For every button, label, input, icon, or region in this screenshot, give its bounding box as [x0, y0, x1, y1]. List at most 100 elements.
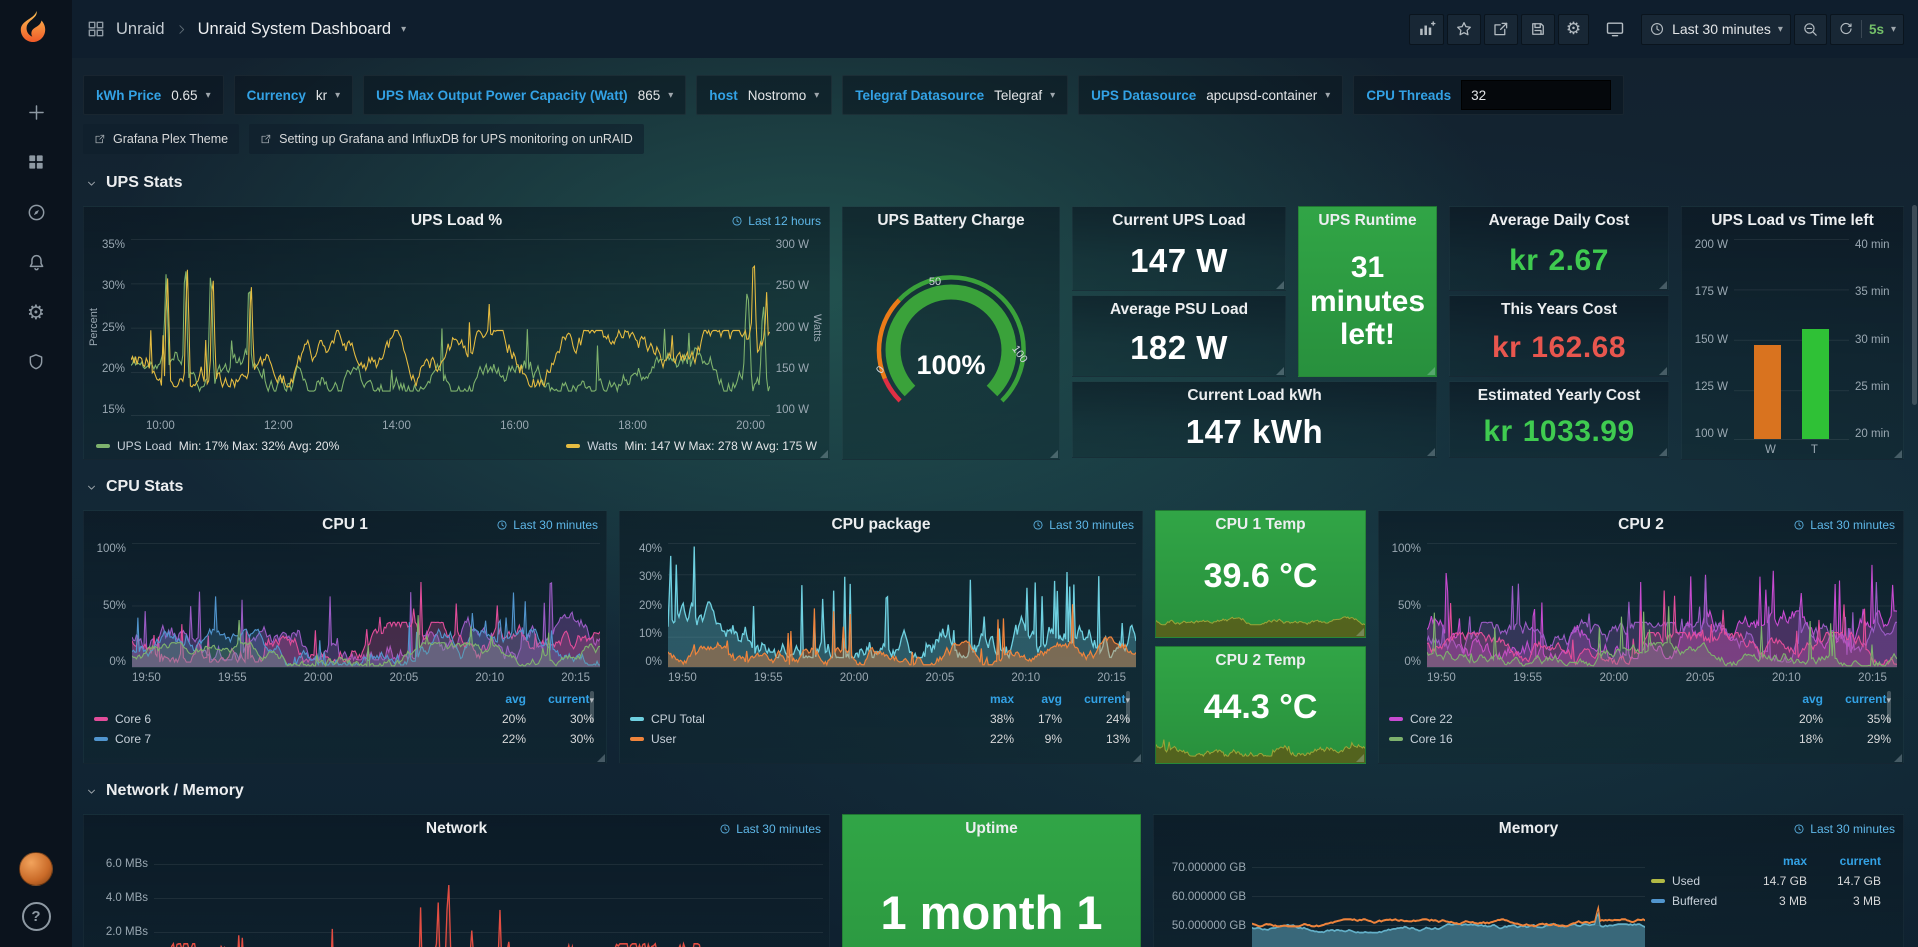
add-panel-button[interactable]: [1409, 14, 1444, 45]
bar-time-left[interactable]: [1802, 329, 1829, 439]
panel-title[interactable]: This Years Cost: [1450, 296, 1668, 324]
bar-watts[interactable]: [1754, 345, 1781, 439]
cpu-threads-input[interactable]: [1461, 80, 1611, 110]
legend-scrollbar[interactable]: [1887, 691, 1891, 723]
ups-load-chart[interactable]: [131, 239, 770, 416]
ups-bar-chart[interactable]: [1734, 239, 1849, 440]
variable-value-dropdown[interactable]: Telegraf▾: [994, 88, 1055, 103]
sidebar-item-explore[interactable]: [13, 189, 59, 235]
panel-resize-handle[interactable]: [1133, 754, 1141, 762]
help-icon[interactable]: ?: [22, 902, 51, 931]
legend-col-avg[interactable]: avg: [1014, 689, 1062, 709]
legend-col-avg[interactable]: avg: [474, 689, 526, 709]
legend-series-core22[interactable]: Core 22: [1389, 709, 1771, 729]
legend-col-current[interactable]: current▾: [1062, 689, 1130, 709]
panel-resize-handle[interactable]: [1427, 367, 1435, 375]
variable-value-dropdown[interactable]: 865▾: [638, 88, 674, 103]
panel-title[interactable]: Average PSU Load: [1073, 296, 1285, 324]
panel-title[interactable]: UPS Load vs Time left: [1682, 207, 1903, 235]
panel-resize-handle[interactable]: [1050, 450, 1058, 458]
panel-title[interactable]: UPS Runtime: [1299, 207, 1436, 235]
dashboard-scrollbar[interactable]: [1912, 205, 1917, 405]
panel-title[interactable]: Uptime: [843, 815, 1140, 843]
panel-title[interactable]: UPS Battery Charge: [843, 207, 1059, 235]
legend-item-watts[interactable]: Watts Min: 147 W Max: 278 W Avg: 175 W: [566, 439, 817, 453]
panel-title[interactable]: Estimated Yearly Cost: [1450, 382, 1668, 410]
sidebar-item-create[interactable]: [13, 89, 59, 135]
refresh-interval-label[interactable]: 5s: [1869, 22, 1884, 37]
panel-resize-handle[interactable]: [1894, 754, 1902, 762]
panel-time-range[interactable]: Last 30 minutes: [496, 518, 598, 532]
legend-col-max[interactable]: max: [1733, 851, 1807, 871]
legend-col-current[interactable]: current▾: [1823, 689, 1891, 709]
legend-item-ups-load[interactable]: UPS Load Min: 17% Max: 32% Avg: 20%: [96, 439, 339, 453]
panel-title[interactable]: CPU 2 Temp: [1156, 647, 1365, 675]
time-picker[interactable]: Last 30 minutes ▾: [1641, 14, 1791, 45]
refresh-picker[interactable]: 5s ▾: [1830, 14, 1904, 45]
breadcrumb-root[interactable]: Unraid: [116, 20, 165, 39]
panel-title[interactable]: Current UPS Load: [1073, 207, 1285, 235]
legend-scrollbar[interactable]: [1126, 691, 1130, 723]
panel-resize-handle[interactable]: [1659, 367, 1667, 375]
network-chart[interactable]: [154, 847, 823, 947]
panel-resize-handle[interactable]: [1276, 281, 1284, 289]
grafana-logo[interactable]: [15, 9, 57, 51]
dashboard-link-ups-monitoring[interactable]: Setting up Grafana and InfluxDB for UPS …: [249, 124, 644, 154]
legend-col-avg[interactable]: avg: [1771, 689, 1823, 709]
legend-col-current[interactable]: current▾: [526, 689, 594, 709]
legend-series-user[interactable]: User: [630, 729, 966, 749]
user-avatar[interactable]: [19, 852, 53, 886]
panel-time-range[interactable]: Last 30 minutes: [1793, 518, 1895, 532]
panel-time-range[interactable]: Last 30 minutes: [1793, 822, 1895, 836]
variable-value-dropdown[interactable]: kr▾: [316, 88, 340, 103]
cycle-view-mode-button[interactable]: [1597, 14, 1633, 45]
row-header-ups-stats[interactable]: UPS Stats: [85, 170, 1904, 196]
panel-title[interactable]: Memory: [1154, 815, 1903, 843]
cpu-package-chart[interactable]: [668, 543, 1136, 668]
panel-title[interactable]: Current Load kWh: [1073, 382, 1436, 410]
panel-title[interactable]: UPS Load %: [84, 207, 829, 235]
share-dashboard-button[interactable]: [1484, 14, 1518, 45]
row-header-network-memory[interactable]: Network / Memory: [85, 778, 1904, 804]
panel-time-range[interactable]: Last 12 hours: [731, 214, 821, 228]
panel-title[interactable]: CPU 1 Temp: [1156, 511, 1365, 539]
legend-series-core16[interactable]: Core 16: [1389, 729, 1771, 749]
variable-value-dropdown[interactable]: apcupsd-container▾: [1206, 88, 1330, 103]
legend-series-used[interactable]: Used: [1651, 871, 1733, 891]
breadcrumb-title[interactable]: Unraid System Dashboard: [198, 20, 392, 39]
panel-resize-handle[interactable]: [1427, 448, 1435, 456]
row-header-cpu-stats[interactable]: CPU Stats: [85, 474, 1904, 500]
panel-time-range[interactable]: Last 30 minutes: [719, 822, 821, 836]
panel-resize-handle[interactable]: [1659, 448, 1667, 456]
legend-series-buffered[interactable]: Buffered: [1651, 891, 1733, 911]
memory-chart[interactable]: [1252, 847, 1645, 947]
star-dashboard-button[interactable]: [1447, 14, 1481, 45]
legend-series-core7[interactable]: Core 7: [94, 729, 474, 749]
dashboard-link-plex-theme[interactable]: Grafana Plex Theme: [83, 124, 239, 154]
sidebar-item-server-admin[interactable]: [13, 339, 59, 385]
variable-value-dropdown[interactable]: 0.65▾: [171, 88, 210, 103]
panel-resize-handle[interactable]: [1276, 367, 1284, 375]
variable-value-dropdown[interactable]: Nostromo▾: [748, 88, 820, 103]
legend-series-cpu-total[interactable]: CPU Total: [630, 709, 966, 729]
sidebar-item-alerting[interactable]: [13, 239, 59, 285]
panel-resize-handle[interactable]: [1659, 281, 1667, 289]
panel-title[interactable]: Average Daily Cost: [1450, 207, 1668, 235]
zoom-out-button[interactable]: [1794, 14, 1827, 45]
dashboard-settings-button[interactable]: ⚙: [1558, 14, 1589, 45]
legend-col-current[interactable]: current: [1807, 851, 1881, 871]
panel-resize-handle[interactable]: [1894, 450, 1902, 458]
panel-resize-handle[interactable]: [1356, 628, 1364, 636]
panel-resize-handle[interactable]: [1356, 754, 1364, 762]
cpu1-chart[interactable]: [132, 543, 600, 668]
panel-time-range[interactable]: Last 30 minutes: [1032, 518, 1134, 532]
legend-col-max[interactable]: max: [966, 689, 1014, 709]
sidebar-item-configuration[interactable]: ⚙: [13, 289, 59, 335]
legend-scrollbar[interactable]: [590, 691, 594, 723]
chevron-down-icon[interactable]: ▾: [401, 24, 406, 35]
panel-title[interactable]: Network: [84, 815, 829, 843]
sidebar-item-dashboards[interactable]: [13, 139, 59, 185]
panel-resize-handle[interactable]: [597, 754, 605, 762]
legend-series-core6[interactable]: Core 6: [94, 709, 474, 729]
save-dashboard-button[interactable]: [1521, 14, 1555, 45]
